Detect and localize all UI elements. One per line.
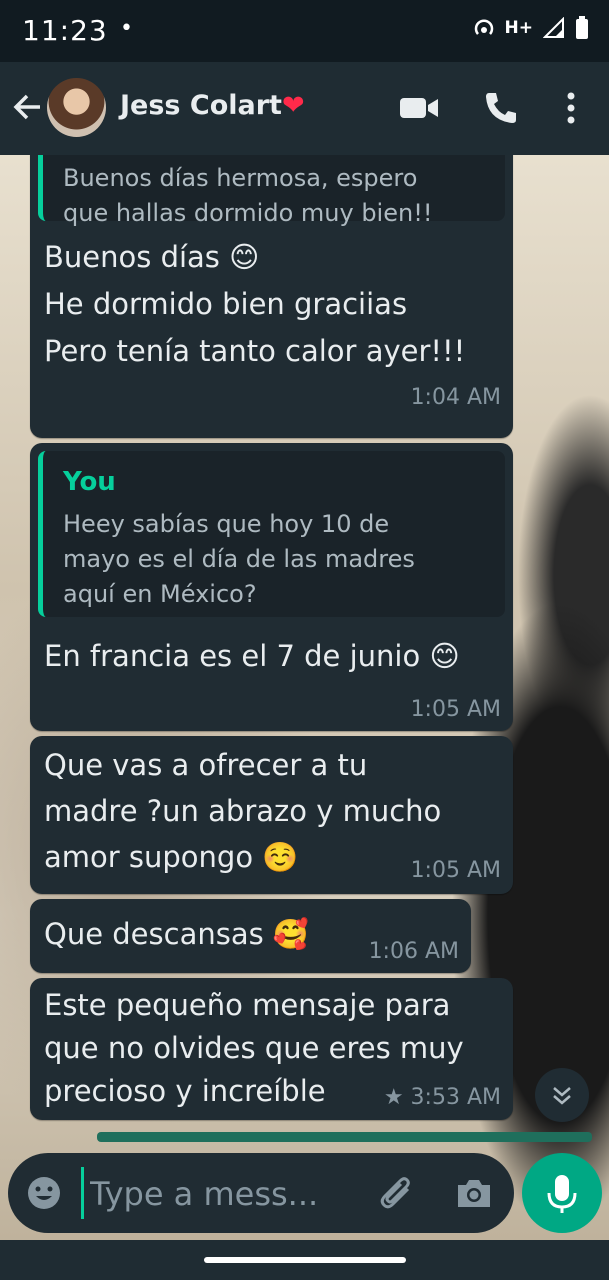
notification-dot: •: [120, 16, 133, 41]
contact-avatar[interactable]: [47, 78, 106, 137]
chat-area[interactable]: Buenos días hermosa, espero que hallas d…: [0, 155, 609, 1240]
quote-text: Buenos días hermosa, espero que hallas d…: [63, 161, 432, 231]
heart-icon: ❤: [281, 90, 305, 121]
scroll-to-bottom-button[interactable]: [535, 1068, 589, 1122]
message-line: Pero tenía tanto calor ayer!!!: [44, 334, 466, 368]
contact-name[interactable]: Jess Colart❤: [120, 90, 305, 121]
message-bubble[interactable]: Este pequeño mensaje para que no olvides…: [30, 978, 513, 1120]
video-call-icon[interactable]: [400, 96, 440, 120]
double-chevron-down-icon: [553, 1087, 571, 1105]
quoted-message[interactable]: You Heey sabías que hoy 10 de mayo es el…: [38, 451, 505, 617]
quote-line: aquí en México?: [63, 580, 257, 608]
message-line: Buenos días 😊: [44, 240, 260, 274]
message-line: amor supongo ☺️: [44, 840, 299, 874]
message-time: 1:06 AM: [368, 939, 459, 964]
chat-header: Jess Colart❤: [0, 62, 609, 155]
contact-name-text: Jess Colart: [120, 90, 282, 121]
message-composer: [8, 1153, 514, 1233]
status-icons: H+: [473, 16, 589, 40]
quoted-message[interactable]: Buenos días hermosa, espero que hallas d…: [38, 155, 505, 227]
status-time: 11:23: [22, 14, 108, 47]
message-time: 1:05 AM: [410, 697, 501, 722]
message-bubble[interactable]: You Heey sabías que hoy 10 de mayo es el…: [30, 443, 513, 731]
message-line: Este pequeño mensaje para: [44, 988, 451, 1022]
message-time: 1:05 AM: [410, 858, 501, 883]
camera-icon[interactable]: [454, 1175, 494, 1213]
text-caret: [81, 1167, 84, 1219]
phone-icon[interactable]: [483, 90, 519, 126]
message-bubble[interactable]: Que descansas 🥰 1:06 AM: [30, 899, 471, 973]
message-time: ★ 3:53 AM: [383, 1085, 501, 1110]
status-bar: 11:23 • H+: [0, 0, 609, 62]
battery-icon: [576, 16, 588, 39]
microphone-icon: [547, 1175, 577, 1213]
quote-line: Heey sabías que hoy 10 de: [63, 510, 390, 538]
message-line: He dormido bien graciias: [44, 287, 408, 321]
quote-line: Buenos días hermosa, espero: [63, 164, 418, 192]
system-nav-bar: [0, 1240, 609, 1280]
back-arrow-icon[interactable]: [12, 92, 42, 122]
message-time: 1:04 AM: [410, 385, 501, 410]
quote-line: mayo es el día de las madres: [63, 545, 415, 573]
upload-progress-bar: [97, 1132, 592, 1142]
message-line: Que vas a ofrecer a tu: [44, 748, 368, 782]
message-line: que no olvides que eres muy: [44, 1031, 464, 1065]
more-options-icon[interactable]: [556, 90, 586, 126]
message-bubble[interactable]: Buenos días hermosa, espero que hallas d…: [30, 155, 513, 438]
message-bubble[interactable]: Que vas a ofrecer a tu madre ?un abrazo …: [30, 736, 513, 894]
network-type: H+: [504, 18, 533, 38]
message-line: Que descansas 🥰: [44, 917, 310, 951]
voice-message-button[interactable]: [522, 1153, 602, 1233]
message-line: En francia es el 7 de junio 😊: [44, 639, 460, 673]
message-text: Buenos días 😊 He dormido bien graciias P…: [44, 234, 465, 375]
emoji-icon[interactable]: [26, 1175, 62, 1211]
quote-author: You: [63, 467, 116, 497]
message-input[interactable]: [88, 1167, 362, 1221]
message-line: madre ?un abrazo y mucho: [44, 794, 442, 828]
signal-icon: [543, 17, 564, 38]
home-gesture-pill[interactable]: [204, 1257, 406, 1263]
quote-line: que hallas dormido muy bien!!: [63, 199, 433, 227]
hotspot-icon: [474, 19, 493, 35]
message-text: Que vas a ofrecer a tu madre ?un abrazo …: [44, 742, 441, 880]
message-text: Que descansas 🥰: [44, 911, 309, 958]
quote-text: Heey sabías que hoy 10 de mayo es el día…: [63, 507, 415, 612]
message-text: En francia es el 7 de junio 😊: [44, 633, 460, 680]
attachment-icon[interactable]: [378, 1175, 418, 1213]
